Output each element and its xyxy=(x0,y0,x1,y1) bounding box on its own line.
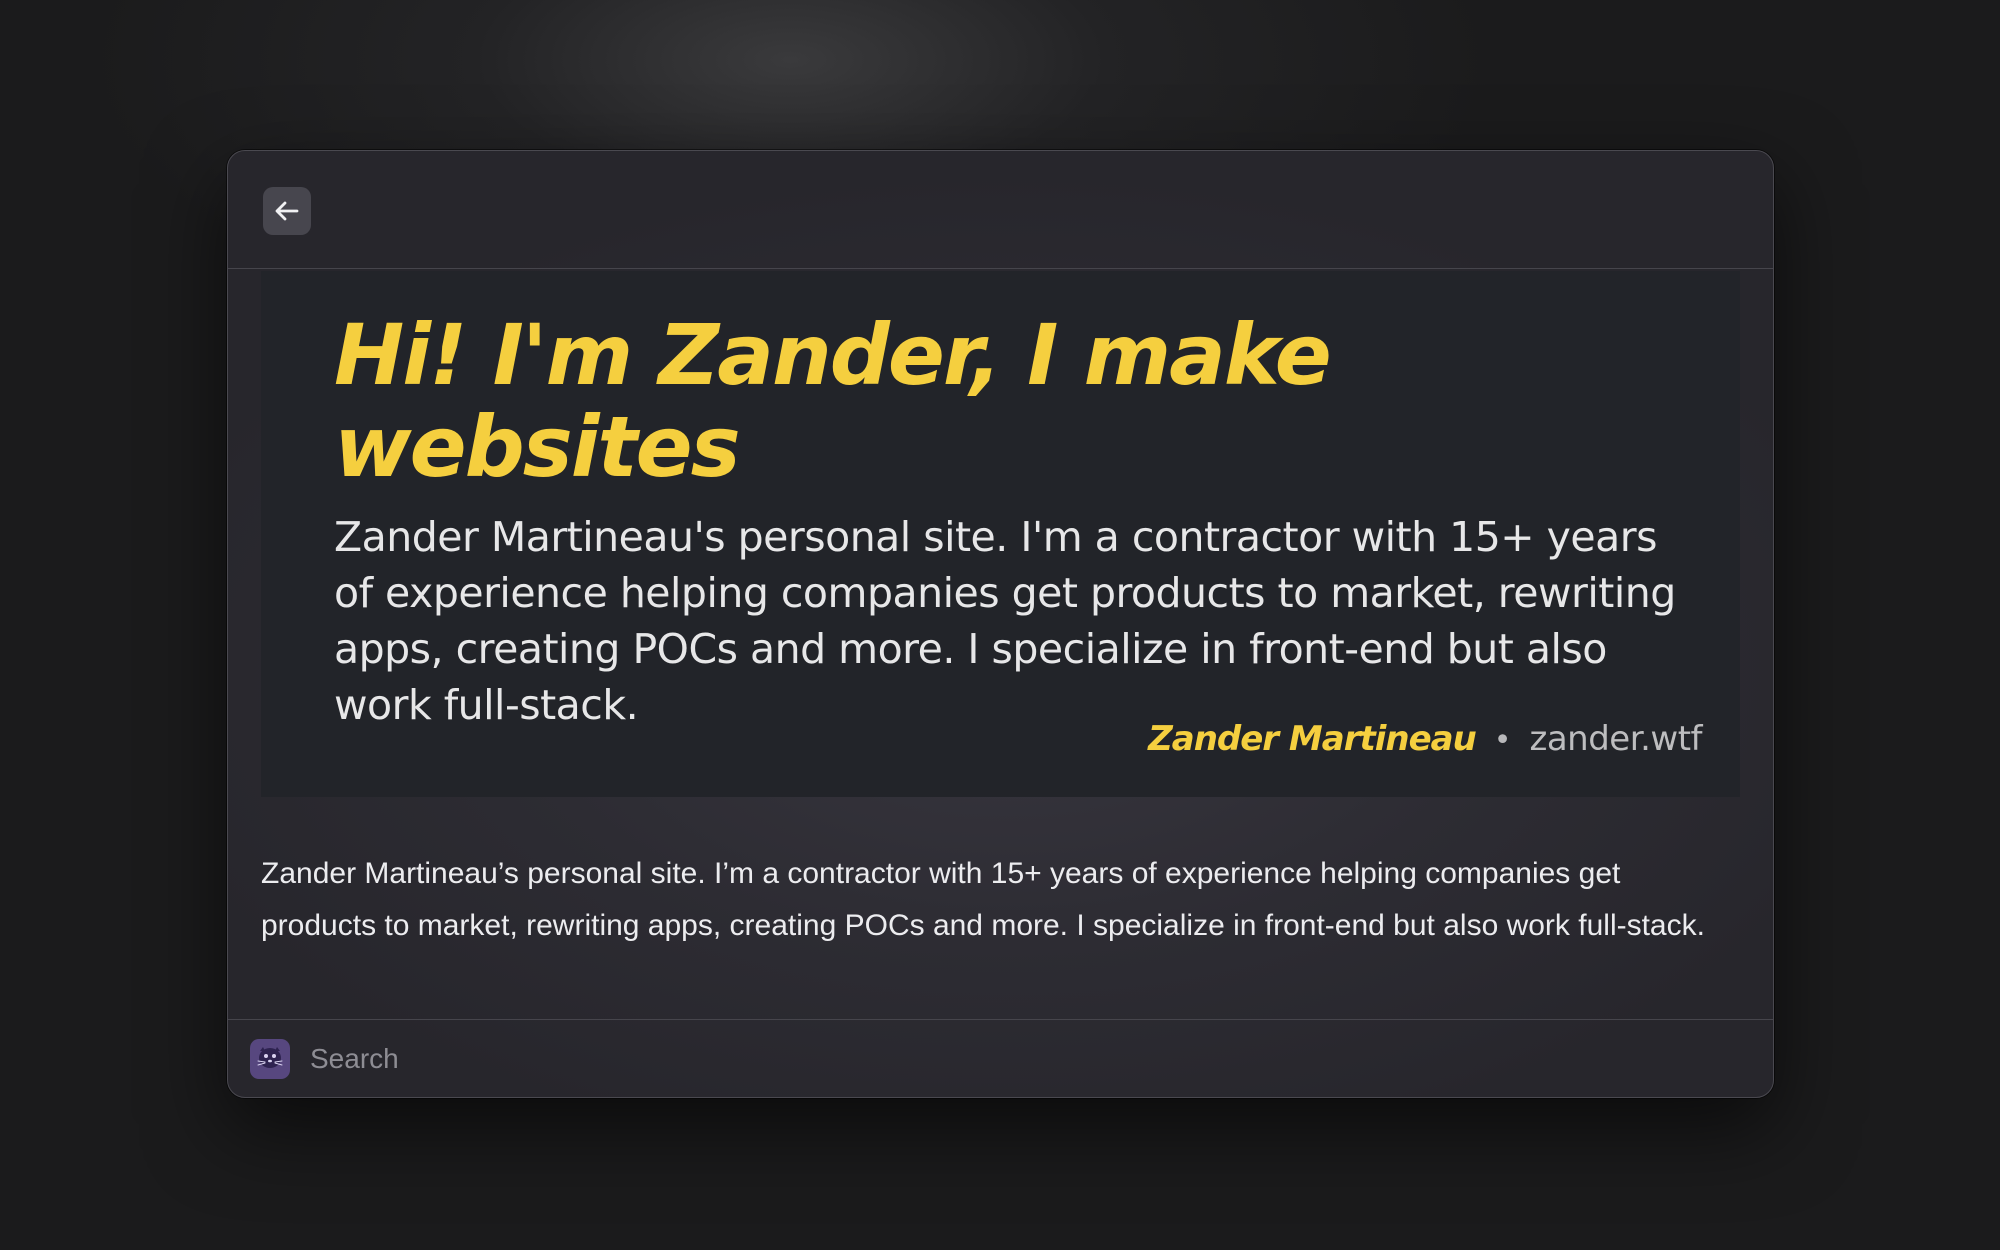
preview-domain: zander.wtf xyxy=(1529,719,1702,759)
arrow-left-icon xyxy=(275,201,299,221)
preview-description: Zander Martineau's personal site. I'm a … xyxy=(334,513,1676,729)
launcher-window: Hi! I'm Zander, I make websites Zander M… xyxy=(227,150,1774,1098)
preview-title: Hi! I'm Zander, I make websites xyxy=(334,306,1332,496)
preview-footer: Zander Martineau • zander.wtf xyxy=(1148,719,1702,759)
preview-separator: • xyxy=(1493,723,1512,758)
top-bar xyxy=(228,151,1773,269)
seal-icon[interactable] xyxy=(250,1038,290,1079)
preview-author-name: Zander Martineau xyxy=(1148,719,1477,759)
page-description: Zander Martineau’s personal site. I’m a … xyxy=(261,857,1705,942)
search-input[interactable] xyxy=(310,1042,1610,1075)
back-button[interactable] xyxy=(263,187,311,235)
search-bar xyxy=(228,1019,1773,1097)
og-image-preview: Hi! I'm Zander, I make websites Zander M… xyxy=(261,271,1740,797)
